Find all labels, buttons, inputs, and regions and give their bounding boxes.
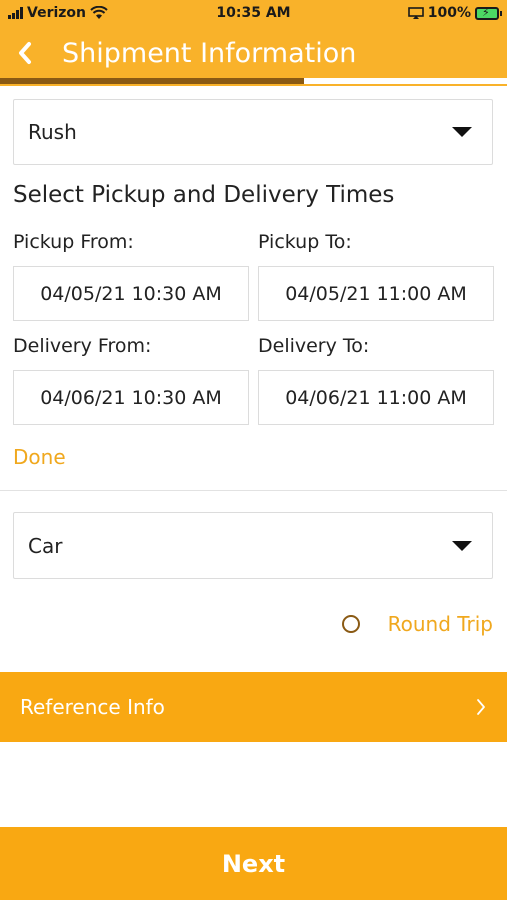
round-trip-label: Round Trip <box>387 612 493 636</box>
delivery-from-field[interactable]: 04/06/21 10:30 AM <box>13 370 249 425</box>
page-title: Shipment Information <box>62 37 357 69</box>
screen-mirroring-icon <box>407 6 424 19</box>
status-bar: Verizon 10:35 AM 100% ⚡ <box>0 0 507 28</box>
reference-info-label: Reference Info <box>20 695 165 719</box>
delivery-to-label: Delivery To: <box>258 335 370 357</box>
service-level-select[interactable]: Rush <box>13 99 493 165</box>
done-button[interactable]: Done <box>13 445 66 469</box>
chevron-left-icon <box>19 42 31 64</box>
caret-down-icon <box>452 540 472 551</box>
round-trip-radio[interactable] <box>341 615 360 633</box>
divider <box>0 490 507 491</box>
vehicle-value: Car <box>28 533 63 558</box>
reference-info-row[interactable]: Reference Info <box>0 672 507 742</box>
pickup-to-field[interactable]: 04/05/21 11:00 AM <box>258 266 494 321</box>
service-level-value: Rush <box>28 120 77 144</box>
progress-fill <box>0 78 305 84</box>
battery-charging-icon: ⚡ <box>475 6 502 20</box>
round-trip-option[interactable]: Round Trip <box>341 612 493 636</box>
delivery-to-field[interactable]: 04/06/21 11:00 AM <box>258 370 494 425</box>
top-bar: Verizon 10:35 AM 100% ⚡ Shipment Informa… <box>0 0 507 86</box>
section-title: Select Pickup and Delivery Times <box>13 182 395 208</box>
next-button[interactable]: Next <box>0 827 507 900</box>
caret-down-icon <box>452 127 472 137</box>
battery-percent: 100% <box>427 5 471 21</box>
delivery-from-label: Delivery From: <box>13 335 152 357</box>
back-button[interactable] <box>0 30 50 76</box>
vehicle-select[interactable]: Car <box>13 512 493 579</box>
nav-header: Shipment Information <box>0 30 507 76</box>
chevron-right-icon <box>477 699 485 715</box>
pickup-from-label: Pickup From: <box>13 231 134 253</box>
progress-bar <box>0 78 507 84</box>
pickup-to-label: Pickup To: <box>258 231 352 253</box>
pickup-from-field[interactable]: 04/05/21 10:30 AM <box>13 266 249 321</box>
